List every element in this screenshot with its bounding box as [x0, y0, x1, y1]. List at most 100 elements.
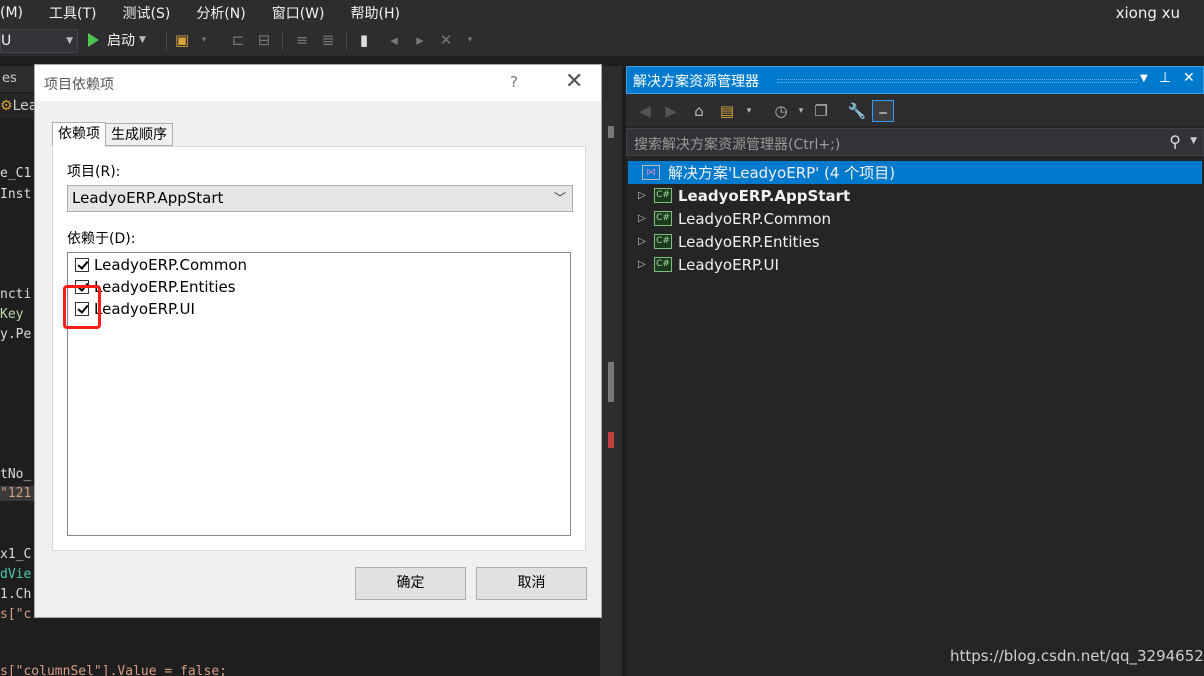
editor-scrollbar[interactable]: [600, 66, 622, 676]
solution-node[interactable]: ⋈ 解决方案'LeadyoERP' (4 个项目): [628, 161, 1202, 184]
ok-button[interactable]: 确定: [355, 567, 466, 600]
chevron-down-icon[interactable]: ▾: [460, 30, 480, 50]
chevron-down-icon[interactable]: ▼: [1190, 136, 1197, 146]
code-line: 1.Ch: [0, 587, 32, 602]
scroll-marker: [608, 432, 614, 448]
chevron-down-icon[interactable]: ▾: [738, 100, 760, 122]
solution-platform-value: U: [1, 33, 12, 49]
dependency-checkbox[interactable]: [75, 258, 89, 272]
window-position-dropdown-icon[interactable]: ▼: [1140, 73, 1148, 84]
forward-icon[interactable]: ▶: [660, 100, 682, 122]
menu-item-view[interactable]: (M): [0, 5, 23, 21]
annotation-highlight-box: [63, 285, 101, 329]
project-node-ui[interactable]: ▷ C# LeadyoERP.UI: [628, 253, 1202, 276]
tab-dependencies[interactable]: 依赖项: [52, 122, 106, 147]
project-dependencies-dialog: 项目依赖项 ? ✕ 依赖项 生成顺序 项目(R): LeadyoERP.AppS…: [34, 64, 602, 618]
close-button[interactable]: ✕: [565, 69, 583, 94]
solution-explorer-title: 解决方案资源管理器: [633, 74, 759, 90]
play-icon: [88, 33, 99, 47]
help-button[interactable]: ?: [510, 73, 518, 91]
dependency-name: LeadyoERP.Common: [94, 256, 248, 274]
home-icon[interactable]: ⌂: [688, 100, 710, 122]
next-bookmark-icon[interactable]: ▸: [410, 30, 430, 50]
bookmark-icon[interactable]: ▮: [354, 30, 374, 50]
comment-icon[interactable]: ≡: [292, 30, 312, 50]
code-line: e_C1: [0, 166, 32, 181]
menu-item-help[interactable]: 帮助(H): [351, 3, 400, 23]
project-select[interactable]: LeadyoERP.AppStart ﹀: [67, 185, 573, 212]
code-line: Inst: [0, 187, 32, 202]
code-line: x1_C: [0, 547, 32, 562]
project-name: LeadyoERP.UI: [678, 255, 779, 274]
code-line: tNo_: [0, 467, 32, 482]
tab-panel: 项目(R): LeadyoERP.AppStart ﹀ 依赖于(D): Lead…: [52, 146, 586, 551]
expand-icon[interactable]: ▷: [638, 190, 654, 201]
project-name: LeadyoERP.Common: [678, 209, 832, 228]
collapse-all-icon[interactable]: ❐: [810, 100, 832, 122]
clear-bookmarks-icon[interactable]: ✕: [436, 30, 456, 50]
scroll-marker: [608, 362, 614, 402]
code-line: s["c: [0, 607, 32, 622]
project-node-common[interactable]: ▷ C# LeadyoERP.Common: [628, 207, 1202, 230]
search-icon[interactable]: ⚲: [1169, 132, 1181, 151]
toolbar-separator: [346, 32, 347, 50]
user-name[interactable]: xiong xu: [1116, 4, 1180, 22]
csharp-project-icon: C#: [654, 257, 672, 272]
find-in-files-icon[interactable]: ▣: [172, 30, 192, 50]
switch-views-icon[interactable]: ▤: [716, 100, 738, 122]
chevron-down-icon: ▼: [139, 35, 146, 45]
menu-item-window[interactable]: 窗口(W): [272, 3, 325, 23]
solution-explorer-title-bar: 解决方案资源管理器 ▼ ⊥ ✕: [626, 66, 1204, 94]
step-into-icon[interactable]: ⊏: [228, 30, 248, 50]
code-line: ncti: [0, 287, 32, 302]
tab-build-order[interactable]: 生成顺序: [106, 123, 173, 146]
dependency-name: LeadyoERP.UI: [94, 300, 195, 318]
depends-on-label: 依赖于(D):: [67, 231, 136, 247]
dialog-title: 项目依赖项: [44, 77, 114, 93]
dependency-name: LeadyoERP.Entities: [94, 278, 236, 296]
code-line: y.Pe: [0, 327, 32, 342]
properties-icon[interactable]: 🔧: [846, 100, 868, 122]
code-line: dVie: [0, 567, 32, 582]
solution-icon: ⋈: [642, 165, 660, 180]
solution-platform-select[interactable]: U ▼: [0, 29, 78, 53]
prev-bookmark-icon[interactable]: ◂: [384, 30, 404, 50]
dependency-list: LeadyoERP.Common LeadyoERP.Entities Lead…: [67, 252, 571, 536]
start-button[interactable]: 启动 ▼: [88, 30, 146, 50]
project-label: 项目(R):: [67, 164, 121, 180]
preview-selected-icon[interactable]: ⎯: [872, 100, 894, 122]
project-name: LeadyoERP.AppStart: [678, 186, 851, 205]
chevron-down-icon[interactable]: ▾: [194, 30, 214, 50]
dialog-title-bar: 项目依赖项 ? ✕: [35, 65, 601, 101]
search-placeholder: 搜索解决方案资源管理器(Ctrl+;): [634, 137, 841, 153]
pending-changes-icon[interactable]: ◷: [770, 100, 792, 122]
expand-icon[interactable]: ▷: [638, 213, 654, 224]
project-node-appstart[interactable]: ▷ C# LeadyoERP.AppStart: [628, 184, 1202, 207]
menu-item-analyze[interactable]: 分析(N): [196, 3, 245, 23]
expand-icon[interactable]: ▷: [638, 259, 654, 270]
expand-icon[interactable]: ▷: [638, 236, 654, 247]
code-line: Key: [0, 307, 24, 322]
file-tab[interactable]: ⚙Lea: [0, 94, 37, 118]
pin-icon[interactable]: ⊥: [1159, 70, 1171, 86]
menu-item-test[interactable]: 测试(S): [123, 3, 171, 23]
solution-search-box[interactable]: 搜索解决方案资源管理器(Ctrl+;) ⚲ ▼: [626, 128, 1204, 156]
back-icon[interactable]: ◀: [634, 100, 656, 122]
start-button-label: 启动: [107, 33, 135, 49]
menu-bar: (M) 工具(T) 测试(S) 分析(N) 窗口(W) 帮助(H) xiong …: [0, 0, 1204, 26]
toolbar-separator: [282, 32, 283, 50]
toolbar-separator: [166, 32, 167, 50]
close-icon[interactable]: ✕: [1183, 70, 1195, 86]
uncomment-icon[interactable]: ≣: [318, 30, 338, 50]
project-name: LeadyoERP.Entities: [678, 232, 820, 251]
scroll-marker: [608, 126, 614, 138]
menu-item-tools[interactable]: 工具(T): [49, 3, 96, 23]
chevron-down-icon[interactable]: ▾: [790, 100, 812, 122]
cancel-button[interactable]: 取消: [476, 567, 587, 600]
step-over-icon[interactable]: ⊟: [254, 30, 274, 50]
list-item[interactable]: LeadyoERP.Common: [75, 255, 247, 275]
toolbar: U ▼ 启动 ▼ ▣ ▾ ⊏ ⊟ ≡ ≣ ▮ ◂ ▸ ✕ ▾: [0, 26, 1204, 56]
editor-tab[interactable]: es: [0, 66, 34, 92]
project-node-entities[interactable]: ▷ C# LeadyoERP.Entities: [628, 230, 1202, 253]
file-icon: ⚙: [0, 98, 13, 114]
